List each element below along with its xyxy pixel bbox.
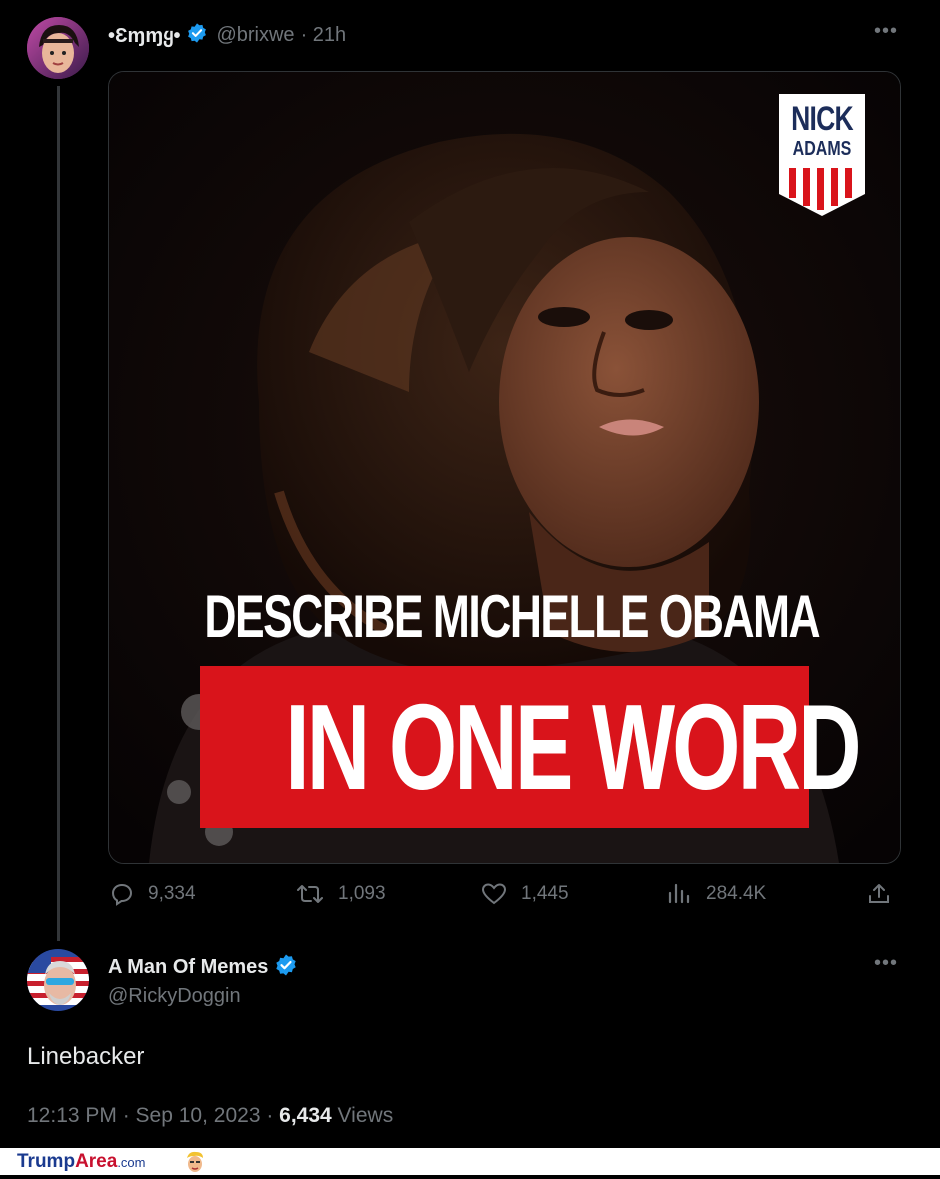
reply-views-label: Views — [331, 1104, 394, 1127]
like-count: 1,445 — [521, 883, 569, 904]
reply-header: A Man Of Memes — [108, 952, 298, 982]
reply-avatar[interactable] — [27, 949, 89, 1011]
verified-badge-icon — [274, 953, 298, 982]
more-options-icon[interactable]: ••• — [874, 20, 898, 43]
share-button[interactable] — [867, 882, 905, 906]
more-options-icon[interactable]: ••• — [874, 952, 898, 975]
timestamp[interactable]: · 21h — [301, 24, 347, 47]
reply-display-name[interactable]: A Man Of Memes — [108, 956, 268, 979]
nick-adams-logo: NICK ADAMS — [779, 94, 865, 216]
retweet-button[interactable]: 1,093 — [296, 882, 386, 906]
image-headline: DESCRIBE MICHELLE OBAMA — [204, 583, 820, 650]
reply-meta: 12:13 PM · Sep 10, 2023 · 6,434 Views — [27, 1104, 393, 1128]
views-button[interactable]: 284.4K — [666, 882, 766, 906]
verified-badge-icon — [186, 22, 208, 49]
like-button[interactable]: 1,445 — [481, 882, 569, 906]
retweet-icon — [297, 885, 323, 903]
reply-button[interactable]: 9,334 — [110, 882, 196, 906]
reply-handle[interactable]: @RickyDoggin — [108, 985, 241, 1008]
share-icon — [869, 884, 889, 903]
watermark-part3: .com — [117, 1155, 146, 1170]
heart-icon — [481, 883, 507, 905]
logo-line2: ADAMS — [792, 138, 852, 160]
reply-count: 9,334 — [148, 883, 196, 904]
views-chart-icon — [668, 883, 690, 904]
retweet-count: 1,093 — [338, 883, 386, 904]
image-banner-text: IN ONE WORD — [285, 679, 861, 815]
watermark-text: TrumpArea.com — [17, 1151, 145, 1173]
mascot-icon — [184, 1150, 206, 1174]
reply-timestamp[interactable]: 12:13 PM · Sep 10, 2023 · — [27, 1104, 279, 1127]
handle[interactable]: @brixwe — [216, 24, 294, 47]
tweet-header: •Ɛɱɱყ• @brixwe · 21h — [108, 20, 346, 50]
logo-line1: NICK — [791, 100, 853, 138]
tweet-image[interactable]: NICK ADAMS DESCRIBE MICHELLE OBAMA IN ON… — [108, 71, 901, 864]
watermark-bar: TrumpArea.com — [0, 1148, 940, 1175]
views-count: 284.4K — [706, 883, 767, 904]
reply-text: Linebacker — [27, 1043, 145, 1070]
watermark-part2: Area — [75, 1151, 118, 1172]
reply-icon — [111, 883, 133, 906]
reply-views-count: 6,434 — [279, 1104, 332, 1127]
display-name[interactable]: •Ɛɱɱყ• — [108, 23, 180, 48]
watermark-part1: Trump — [17, 1151, 76, 1172]
avatar[interactable] — [27, 17, 89, 79]
thread-line — [57, 86, 60, 941]
